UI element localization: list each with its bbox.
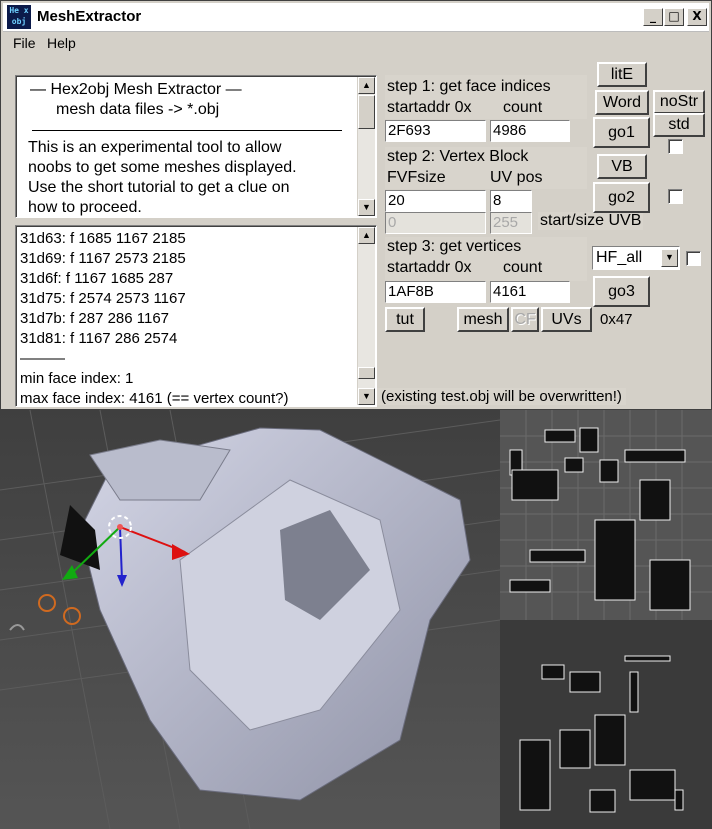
- menu-bar: File Help: [3, 32, 709, 54]
- step2-title: step 2: Vertex Block: [387, 148, 529, 165]
- step1-addr-label: startaddr 0x: [387, 99, 472, 116]
- scroll-thumb[interactable]: [358, 95, 375, 129]
- uvb-start-input: 0: [385, 212, 486, 234]
- go3-button[interactable]: go3: [593, 276, 650, 307]
- lite-button[interactable]: litE: [597, 62, 647, 87]
- go2-checkbox[interactable]: [668, 189, 683, 204]
- go3-checkbox[interactable]: [686, 251, 701, 266]
- info-text-line: how to proceed.: [28, 199, 142, 216]
- output-scrollbar[interactable]: ▲ ▼: [357, 227, 375, 405]
- tut-button[interactable]: tut: [385, 307, 425, 332]
- menu-help[interactable]: Help: [47, 35, 76, 51]
- close-button[interactable]: X: [687, 8, 707, 26]
- app-icon: He x obj: [7, 5, 31, 29]
- min-face-index: min face index: 1: [20, 370, 134, 387]
- info-subtitle: mesh data files -> *.obj: [56, 101, 220, 118]
- word-button[interactable]: Word: [595, 90, 649, 115]
- info-text-line: Use the short tutorial to get a clue on: [28, 179, 290, 196]
- step1-count-input[interactable]: 4986: [490, 120, 570, 142]
- scroll-thumb[interactable]: [358, 367, 375, 379]
- step1-count-label: count: [503, 99, 543, 116]
- info-text-line: noobs to get some meshes displayed.: [28, 159, 297, 176]
- scroll-down-icon[interactable]: ▼: [358, 388, 375, 405]
- output-row: 31d6f: f 1167 1685 287: [20, 270, 174, 287]
- uv-editor-view[interactable]: [500, 410, 712, 829]
- uvb-label: start/size UVB: [538, 212, 644, 230]
- max-face-index: max face index: 4161 (== vertex count?): [20, 390, 289, 407]
- step3-title: step 3: get vertices: [387, 238, 522, 255]
- std-button[interactable]: std: [653, 113, 705, 137]
- mesh-button[interactable]: mesh: [457, 307, 509, 332]
- mesh-render-3d: [0, 410, 500, 829]
- uv-map-render: [500, 410, 712, 829]
- fvf-label: FVFsize: [387, 169, 446, 186]
- window-title: MeshExtractor: [37, 8, 142, 25]
- nostr-button[interactable]: noStr: [653, 90, 705, 114]
- overwrite-warning: (existing test.obj will be overwritten!): [377, 388, 626, 405]
- info-title: — Hex2obj Mesh Extractor —: [30, 81, 242, 98]
- output-row: 31d7b: f 287 286 1167: [20, 310, 170, 327]
- step3-count-input[interactable]: 4161: [490, 281, 570, 303]
- go2-button[interactable]: go2: [593, 182, 650, 213]
- uvpos-input[interactable]: 8: [490, 190, 532, 212]
- info-divider: [32, 130, 342, 131]
- filter-dropdown[interactable]: HF_all ▼: [592, 246, 680, 270]
- scroll-up-icon[interactable]: ▲: [358, 77, 375, 94]
- uvb-size-input: 255: [490, 212, 532, 234]
- step3-addr-input[interactable]: 1AF8B: [385, 281, 486, 303]
- minimize-button[interactable]: _: [643, 8, 663, 26]
- output-textbox[interactable]: 31d63: f 1685 1167 2185 31d69: f 1167 25…: [15, 225, 377, 407]
- uvs-button[interactable]: UVs: [541, 307, 592, 332]
- output-row: 31d69: f 1167 2573 2185: [20, 250, 186, 267]
- maximize-button[interactable]: □: [664, 8, 684, 26]
- go1-button[interactable]: go1: [593, 117, 650, 148]
- output-separator: ———: [20, 350, 65, 367]
- fvf-input[interactable]: 20: [385, 190, 486, 212]
- step3-addr-label: startaddr 0x: [387, 259, 472, 276]
- output-row: 31d63: f 1685 1167 2185: [20, 230, 186, 247]
- output-row: 31d81: f 1167 286 2574: [20, 330, 178, 347]
- uvpos-label: UV pos: [490, 169, 543, 186]
- output-row: 31d75: f 2574 2573 1167: [20, 290, 186, 307]
- scroll-down-icon[interactable]: ▼: [358, 199, 375, 216]
- info-textbox[interactable]: — Hex2obj Mesh Extractor — mesh data fil…: [15, 75, 377, 218]
- go1-checkbox[interactable]: [668, 139, 683, 154]
- scroll-up-icon[interactable]: ▲: [358, 227, 375, 244]
- dropdown-value: HF_all: [596, 249, 643, 266]
- chevron-down-icon[interactable]: ▼: [661, 249, 678, 267]
- cf-button: CF: [511, 307, 539, 332]
- menu-file[interactable]: File: [13, 35, 36, 51]
- vb-button[interactable]: VB: [597, 154, 647, 179]
- title-bar: He x obj MeshExtractor _ □ X: [3, 3, 709, 32]
- step3-count-label: count: [503, 259, 543, 276]
- 3d-viewport[interactable]: [0, 410, 500, 829]
- info-scrollbar[interactable]: ▲ ▼: [357, 77, 375, 216]
- app-window: He x obj MeshExtractor _ □ X File Help —…: [0, 0, 712, 410]
- info-text-line: This is an experimental tool to allow: [28, 139, 282, 156]
- step1-addr-input[interactable]: 2F693: [385, 120, 486, 142]
- step1-title: step 1: get face indices: [387, 78, 551, 95]
- hex-value-label: 0x47: [600, 311, 633, 328]
